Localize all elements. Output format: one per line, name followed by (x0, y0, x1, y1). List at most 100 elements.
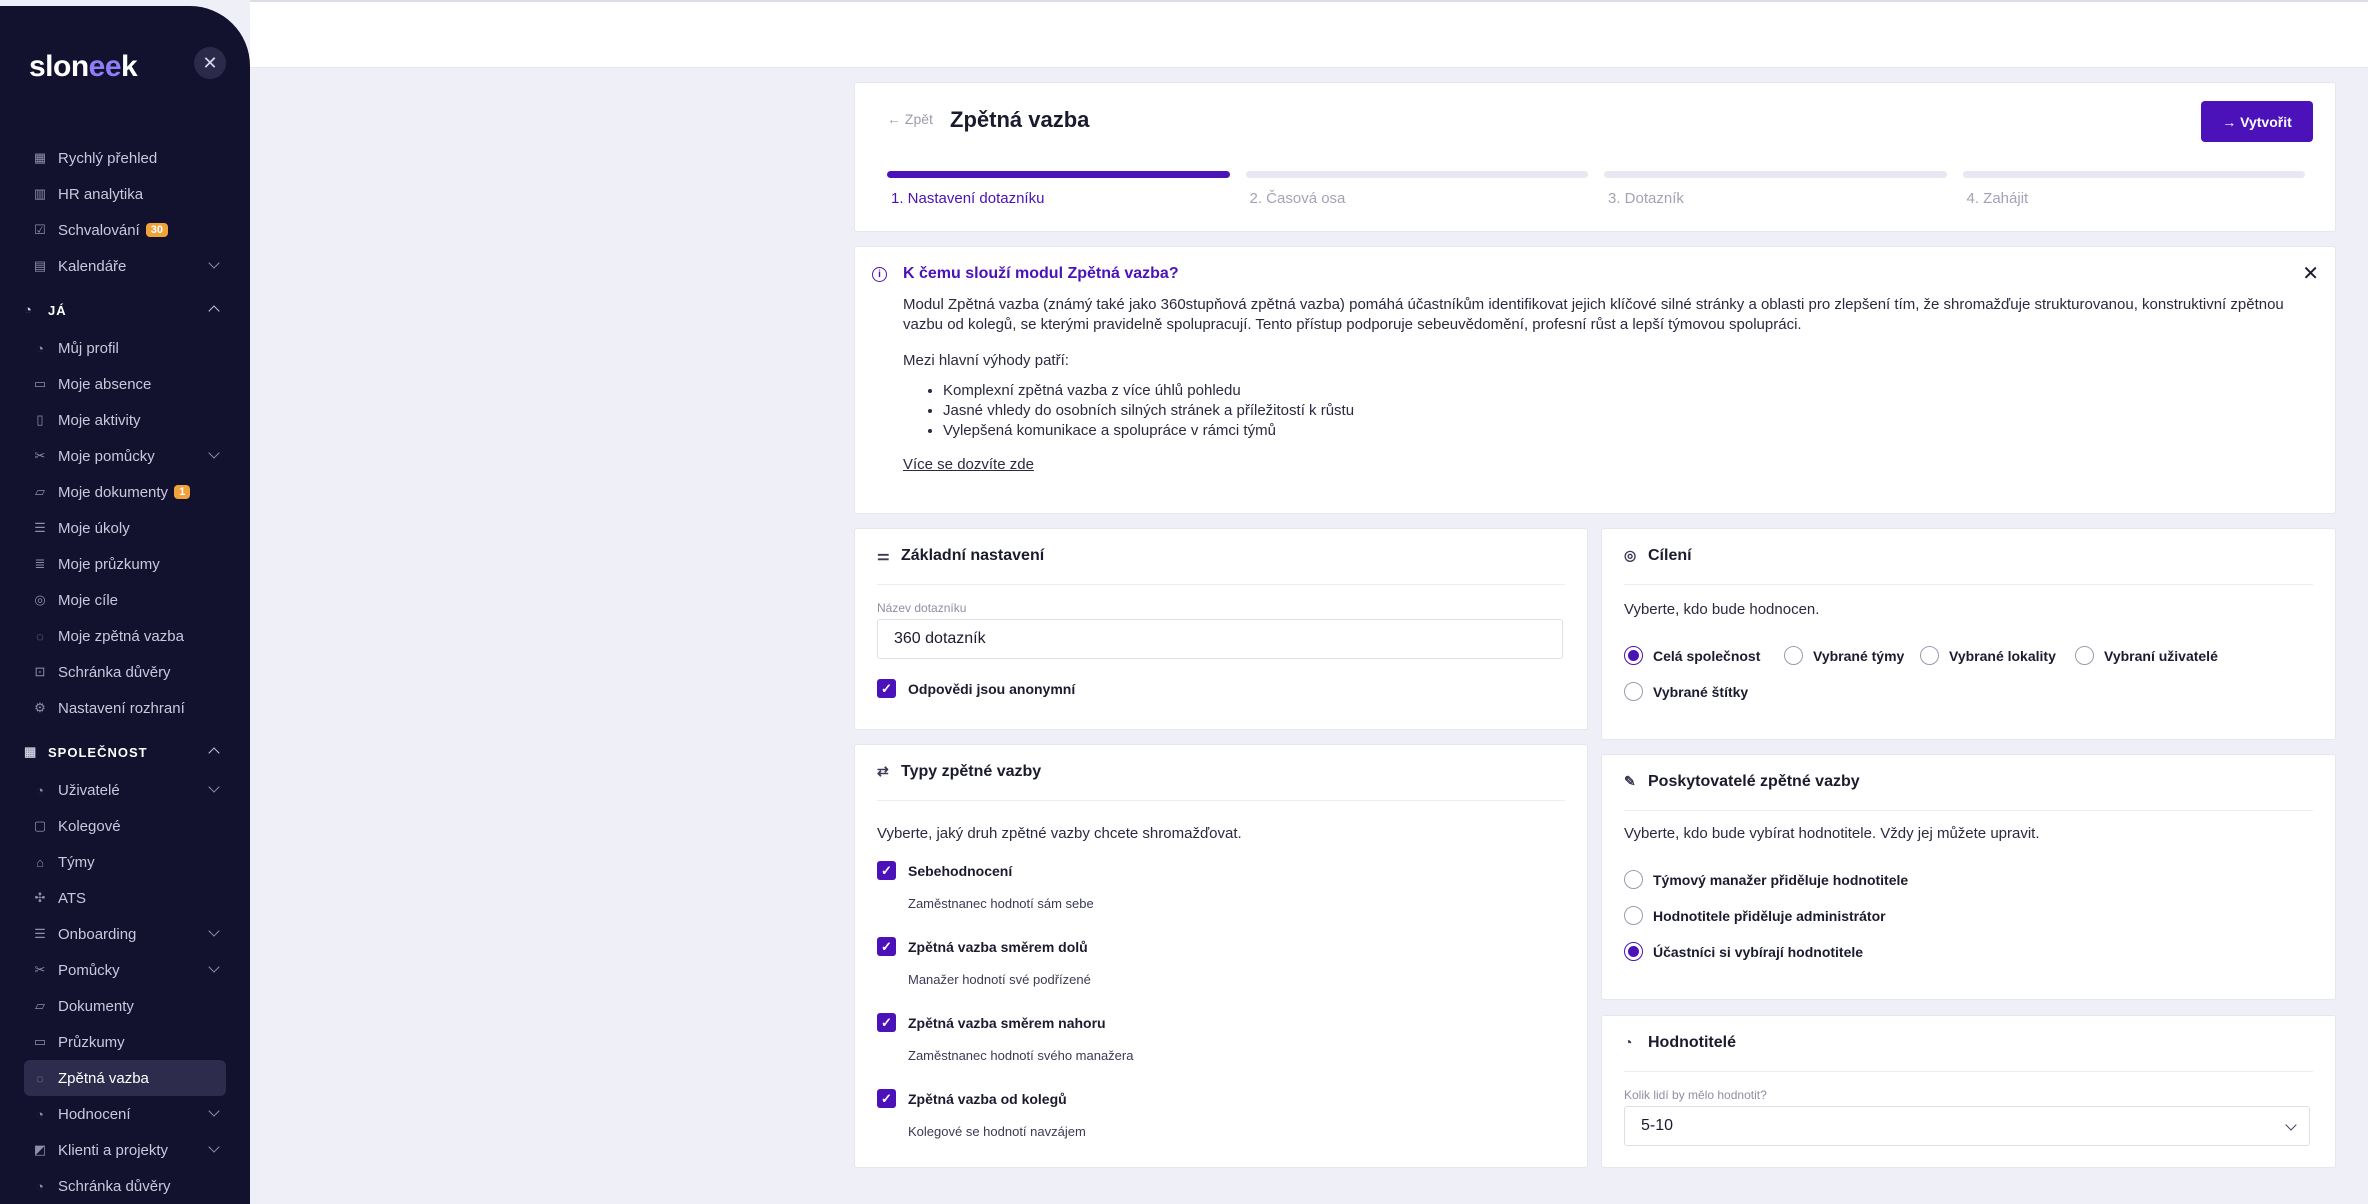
sidebar-item-schránka-důvěry[interactable]: ◔ Schránka důvěry (24, 1168, 226, 1204)
step-1[interactable]: 1. Nastavení dotazníku (887, 171, 1230, 207)
radio-label: Vybrané štítky (1653, 683, 1749, 700)
feedback-types-card: ⇄ Typy zpětné vazby Vyberte, jaký druh z… (854, 744, 1588, 1168)
close-icon[interactable]: ✕ (2302, 261, 2319, 286)
chat-icon: ◌ (36, 628, 44, 644)
sidebar-item-ats[interactable]: ✣ ATS (24, 880, 226, 916)
step-2[interactable]: 2. Časová osa (1245, 171, 1588, 207)
raters-count-select[interactable]: 5-10 (1624, 1106, 2310, 1146)
survey-icon: ≣ (34, 556, 46, 571)
sidebar-item-moje-cíle[interactable]: ◎ Moje cíle (24, 582, 226, 618)
radio-button[interactable] (1784, 646, 1803, 665)
learn-more-link[interactable]: Více se dozvíte zde (903, 456, 1034, 473)
user-icon: ◔ (24, 302, 33, 317)
rating-icon: ◔ (36, 1106, 44, 1122)
sidebar-item-schránka-důvěry[interactable]: ⊡ Schránka důvěry (24, 654, 226, 690)
sidebar-item-moje-dokumenty[interactable]: ▱ Moje dokumenty 1 (24, 474, 226, 510)
sidebar-item-label: Moje průzkumy (58, 555, 160, 573)
feedback-type-checkbox[interactable]: ✓ (877, 861, 896, 880)
section-me[interactable]: ◔ JÁ (24, 290, 226, 330)
feedback-type-checkbox[interactable]: ✓ (877, 1013, 896, 1032)
sidebar-item-hodnocení[interactable]: ◔ Hodnocení (24, 1096, 226, 1132)
sidebar-item-nastavení-rozhraní[interactable]: ⚙ Nastavení rozhraní (24, 690, 226, 726)
raters-count-label: Kolik lidí by mělo hodnotit? (1624, 1088, 1767, 1102)
chevron-down-icon (208, 961, 220, 973)
sidebar-item-moje-průzkumy[interactable]: ≣ Moje průzkumy (24, 546, 226, 582)
radio-button[interactable] (1624, 870, 1643, 889)
step-label: 1. Nastavení dotazníku (891, 190, 1045, 207)
step-label: 3. Dotazník (1608, 190, 1684, 207)
feedback-type-option[interactable]: ✓ Zpětná vazba směrem dolů (877, 937, 1088, 956)
info-icon: i (872, 267, 887, 282)
feedback-type-label: Zpětná vazba od kolegů (908, 1090, 1067, 1107)
targeting-option[interactable]: Vybrané týmy (1784, 646, 1904, 665)
targeting-option[interactable]: Vybrané štítky (1624, 682, 1748, 701)
sidebar-item-zpětná-vazba[interactable]: ◌ Zpětná vazba (24, 1060, 226, 1096)
sidebar-item-label: Schránka důvěry (58, 1177, 171, 1195)
sliders-icon: ⚌ (877, 547, 890, 563)
sidebar-item-průzkumy[interactable]: ▭ Průzkumy (24, 1024, 226, 1060)
sidebar-item-týmy[interactable]: ⌂ Týmy (24, 844, 226, 880)
feedback-type-option[interactable]: ✓ Sebehodnocení (877, 861, 1012, 880)
sidebar-item-moje-absence[interactable]: ▭ Moje absence (24, 366, 226, 402)
close-sidebar-button[interactable]: ✕ (194, 47, 226, 79)
sidebar-item-dokumenty[interactable]: ▱ Dokumenty (24, 988, 226, 1024)
targeting-option[interactable]: Vybrané lokality (1920, 646, 2056, 665)
stepper: 1. Nastavení dotazníku 2. Časová osa 3. Do… (887, 171, 2305, 207)
sidebar-item-kolegové[interactable]: ▢ Kolegové (24, 808, 226, 844)
provider-option[interactable]: Účastníci si vybírají hodnotitele (1624, 942, 1863, 961)
sidebar-item-kalendáře[interactable]: ▤ Kalendáře (24, 248, 226, 284)
sidebar-item-klienti-a-projekty[interactable]: ◩ Klienti a projekty (24, 1132, 226, 1168)
radio-button[interactable] (1624, 906, 1643, 925)
sidebar-item-moje-pomůcky[interactable]: ✂ Moje pomůcky (24, 438, 226, 474)
sidebar-item-hr-analytika[interactable]: ▥ HR analytika (24, 176, 226, 212)
sidebar-item-onboarding[interactable]: ☰ Onboarding (24, 916, 226, 952)
provider-option[interactable]: Týmový manažer přiděluje hodnotitele (1624, 870, 1908, 889)
folder-icon: ▱ (35, 998, 45, 1013)
targeting-option[interactable]: Celá společnost (1624, 646, 1760, 665)
sidebar-item-label: Pomůcky (58, 961, 120, 979)
providers-card: ✎ Poskytovatelé zpětné vazby Vyberte, kd… (1601, 754, 2336, 1000)
sidebar-item-label: Moje úkoly (58, 519, 130, 537)
chevron-down-icon (208, 257, 220, 269)
sidebar-item-pomůcky[interactable]: ✂ Pomůcky (24, 952, 226, 988)
sidebar-item-label: Průzkumy (58, 1033, 125, 1051)
logo[interactable]: sloneek (29, 50, 138, 84)
radio-button[interactable] (1624, 942, 1643, 961)
sidebar-item-moje-úkoly[interactable]: ☰ Moje úkoly (24, 510, 226, 546)
back-link[interactable]: ← Zpět (887, 111, 933, 127)
radio-button[interactable] (1920, 646, 1939, 665)
radio-label: Vybrané týmy (1813, 647, 1905, 664)
feedback-type-option[interactable]: ✓ Zpětná vazba směrem nahoru (877, 1013, 1106, 1032)
sidebar-item-můj-profil[interactable]: ◔ Můj profil (24, 330, 226, 366)
anonymous-checkbox[interactable]: ✓ (877, 679, 896, 698)
anonymous-checkbox-row[interactable]: ✓ Odpovědi jsou anonymní (877, 679, 1075, 698)
radio-button[interactable] (1624, 646, 1643, 665)
sidebar-item-moje-aktivity[interactable]: ▯ Moje aktivity (24, 402, 226, 438)
targeting-option[interactable]: Vybraní uživatelé (2075, 646, 2218, 665)
sidebar-item-label: Uživatelé (58, 781, 120, 799)
radio-label: Hodnotitele přiděluje administrátor (1653, 907, 1886, 924)
section-company[interactable]: ▦ SPOLEČNOST (24, 732, 226, 772)
radio-label: Vybraní uživatelé (2104, 647, 2218, 664)
step-4[interactable]: 4. Zahájit (1962, 171, 2305, 207)
radio-button[interactable] (2075, 646, 2094, 665)
section-heading: ⇄ Typy zpětné vazby (877, 763, 1565, 801)
feedback-type-option[interactable]: ✓ Zpětná vazba od kolegů (877, 1089, 1067, 1108)
feedback-type-checkbox[interactable]: ✓ (877, 937, 896, 956)
basic-settings-card: ⚌ Základní nastavení Název dotazníku 360… (854, 528, 1588, 730)
provider-option[interactable]: Hodnotitele přiděluje administrátor (1624, 906, 1886, 925)
sidebar-item-label: Schránka důvěry (58, 663, 171, 681)
sidebar-item-uživatelé[interactable]: ◔ Uživatelé (24, 772, 226, 808)
questionnaire-name-input[interactable]: 360 dotazník (877, 619, 1563, 659)
sidebar-item-label: Týmy (58, 853, 95, 871)
sidebar-item-rychlý-přehled[interactable]: ▦ Rychlý přehled (24, 140, 226, 176)
create-button[interactable]: → Vytvořit (2201, 101, 2313, 142)
step-3[interactable]: 3. Dotazník (1604, 171, 1947, 207)
folder-icon: ▱ (35, 484, 45, 499)
sidebar-item-schvalování[interactable]: ☑ Schvalování 30 (24, 212, 226, 248)
radio-button[interactable] (1624, 682, 1643, 701)
feedback-type-description: Manažer hodnotí své podřízené (908, 972, 1091, 987)
feedback-type-checkbox[interactable]: ✓ (877, 1089, 896, 1108)
sidebar-item-moje-zpětná-vazba[interactable]: ◌ Moje zpětná vazba (24, 618, 226, 654)
building-icon: ▦ (24, 744, 38, 759)
